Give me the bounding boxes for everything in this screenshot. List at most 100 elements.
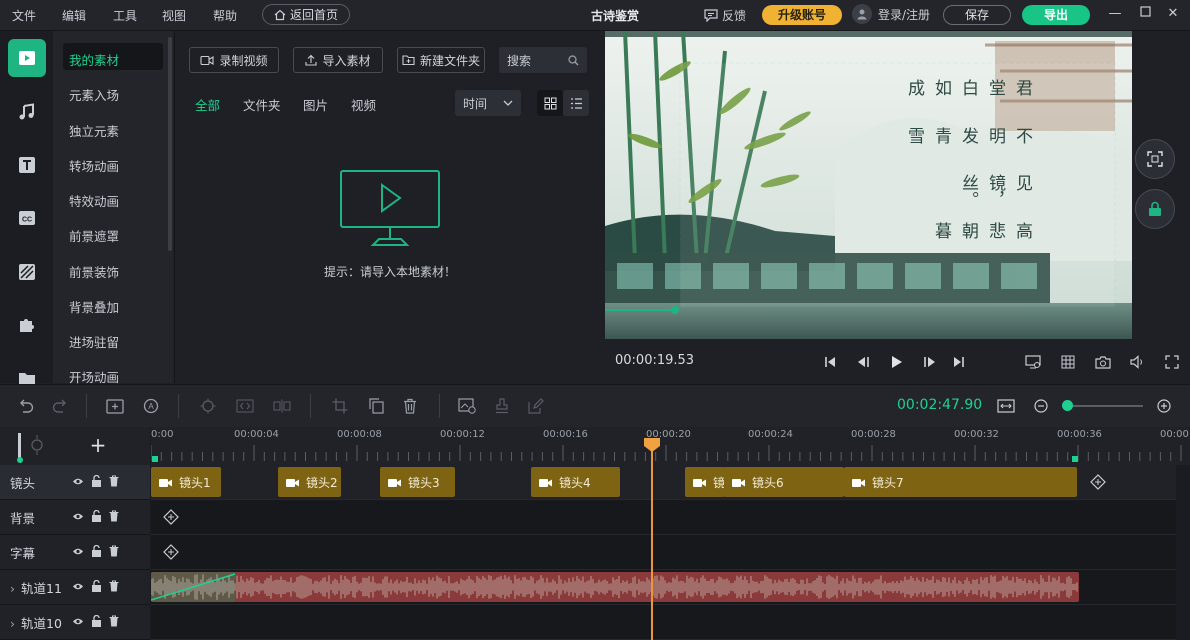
zoom-slider-handle[interactable] [1062, 400, 1073, 411]
lock-icon[interactable] [91, 614, 102, 630]
lock-icon[interactable] [91, 474, 102, 490]
menu-tools[interactable]: 工具 [113, 7, 137, 24]
add-clip-button[interactable] [104, 395, 126, 417]
previous-frame-button[interactable] [853, 351, 875, 373]
trash-icon[interactable] [109, 510, 119, 525]
track-header-shots[interactable]: 镜头 [0, 465, 150, 500]
eye-icon[interactable] [72, 580, 84, 595]
minimize-icon[interactable]: — [1105, 4, 1125, 24]
feedback-button[interactable]: 反馈 [704, 7, 746, 24]
timeline-clip[interactable]: 镜 [685, 467, 725, 497]
undo-button[interactable] [15, 395, 37, 417]
track-header-background[interactable]: 背景 [0, 500, 150, 535]
split-button[interactable] [271, 395, 293, 417]
play-button[interactable] [886, 351, 908, 373]
lock-icon[interactable] [91, 579, 102, 595]
video-canvas[interactable]: 高悲朝暮 见镜，丝。 不明发青雪 君堂白如成 [605, 31, 1132, 339]
login-register-button[interactable]: 登录/注册 [852, 4, 930, 24]
timeline-clip[interactable]: 镜头6 [724, 467, 844, 497]
return-home-button[interactable]: 返回首页 [262, 4, 350, 25]
screen-record-button[interactable] [1022, 351, 1044, 373]
upgrade-account-button[interactable]: 升级账号 [762, 5, 842, 25]
import-media-button[interactable]: 导入素材 [293, 47, 383, 73]
export-button[interactable]: 导出 [1022, 5, 1090, 25]
redo-button[interactable] [49, 395, 71, 417]
add-keyframe-icon[interactable] [163, 544, 179, 560]
filter-tab-all[interactable]: 全部 [195, 95, 220, 114]
delete-button[interactable] [399, 395, 421, 417]
rail-effect-button[interactable] [8, 253, 46, 291]
eye-icon[interactable] [72, 615, 84, 630]
skip-to-start-button[interactable] [819, 351, 841, 373]
category-item[interactable]: 特效动画 [69, 191, 119, 210]
filter-tab-image[interactable]: 图片 [303, 95, 328, 114]
grid-overlay-button[interactable] [1057, 351, 1079, 373]
category-item[interactable]: 进场驻留 [69, 332, 119, 351]
timeline-clip[interactable]: 镜头7 [844, 467, 1077, 497]
category-scrollbar[interactable] [168, 37, 172, 251]
add-track-icon[interactable]: + [88, 435, 108, 455]
filter-tab-video[interactable]: 视频 [351, 95, 376, 114]
snapshot-button[interactable] [1092, 351, 1114, 373]
lock-icon[interactable] [91, 509, 102, 525]
image-edit-button[interactable] [456, 395, 478, 417]
eye-icon[interactable] [72, 545, 84, 560]
copy-button[interactable] [365, 395, 387, 417]
maximize-icon[interactable] [1135, 4, 1155, 24]
zoom-in-button[interactable] [1153, 395, 1175, 417]
range-start-marker[interactable] [152, 456, 158, 462]
playhead-handle[interactable] [643, 437, 661, 453]
menu-help[interactable]: 帮助 [213, 7, 237, 24]
close-icon[interactable]: ✕ [1163, 4, 1183, 24]
track-header-audio-10[interactable]: › 轨道10 [0, 605, 150, 640]
lock-icon[interactable] [91, 544, 102, 560]
timeline-clip[interactable]: 镜头1 [151, 467, 221, 497]
eye-icon[interactable] [72, 510, 84, 525]
menu-edit[interactable]: 编辑 [62, 7, 86, 24]
filter-tab-folder[interactable]: 文件夹 [243, 95, 281, 114]
zoom-out-button[interactable] [1030, 395, 1052, 417]
menu-file[interactable]: 文件 [12, 7, 36, 24]
trash-icon[interactable] [109, 615, 119, 630]
code-button[interactable] [234, 395, 256, 417]
text-style-button[interactable]: A [140, 395, 162, 417]
zoom-slider-track[interactable] [1063, 405, 1143, 407]
track-header-subtitle[interactable]: 字幕 [0, 535, 150, 570]
timeline-clip[interactable]: 镜头2 [278, 467, 341, 497]
timeline-clip[interactable]: 镜头3 [380, 467, 455, 497]
range-end-marker[interactable] [1072, 456, 1078, 462]
crop-button[interactable] [329, 395, 351, 417]
category-item[interactable]: 前景装饰 [69, 262, 119, 281]
search-input[interactable]: 搜索 [499, 47, 587, 73]
focus-button[interactable] [197, 395, 219, 417]
grid-view-button[interactable] [537, 90, 563, 116]
magnet-icon[interactable] [29, 435, 45, 455]
record-video-button[interactable]: 录制视频 [189, 47, 279, 73]
category-item[interactable]: 前景遮罩 [69, 226, 119, 245]
category-item[interactable]: 转场动画 [69, 156, 119, 175]
snap-marker[interactable] [18, 433, 21, 460]
rail-subtitle-button[interactable]: CC [8, 199, 46, 237]
stamp-button[interactable] [491, 395, 513, 417]
save-button[interactable]: 保存 [943, 5, 1011, 25]
add-keyframe-icon[interactable] [163, 509, 179, 525]
new-folder-button[interactable]: 新建文件夹 [397, 47, 485, 73]
playhead[interactable] [651, 439, 653, 640]
track-header-audio-11[interactable]: › 轨道11 [0, 570, 150, 605]
eye-icon[interactable] [72, 475, 84, 490]
skip-to-end-button[interactable] [948, 351, 970, 373]
category-item[interactable]: 元素入场 [69, 85, 119, 104]
fullscreen-button[interactable] [1161, 351, 1183, 373]
trash-icon[interactable] [109, 545, 119, 560]
add-keyframe-icon[interactable] [1090, 474, 1106, 490]
sort-dropdown[interactable]: 时间 [455, 90, 521, 116]
chevron-right-icon[interactable]: › [10, 581, 15, 596]
timeline-clip[interactable]: 镜头4 [531, 467, 620, 497]
rail-text-button[interactable] [8, 146, 46, 184]
next-frame-button[interactable] [918, 351, 940, 373]
category-my-media[interactable]: 我的素材 [69, 50, 119, 69]
menu-view[interactable]: 视图 [162, 7, 186, 24]
annotate-button[interactable] [525, 395, 547, 417]
rail-plugin-button[interactable] [8, 306, 46, 344]
list-view-button[interactable] [563, 90, 589, 116]
